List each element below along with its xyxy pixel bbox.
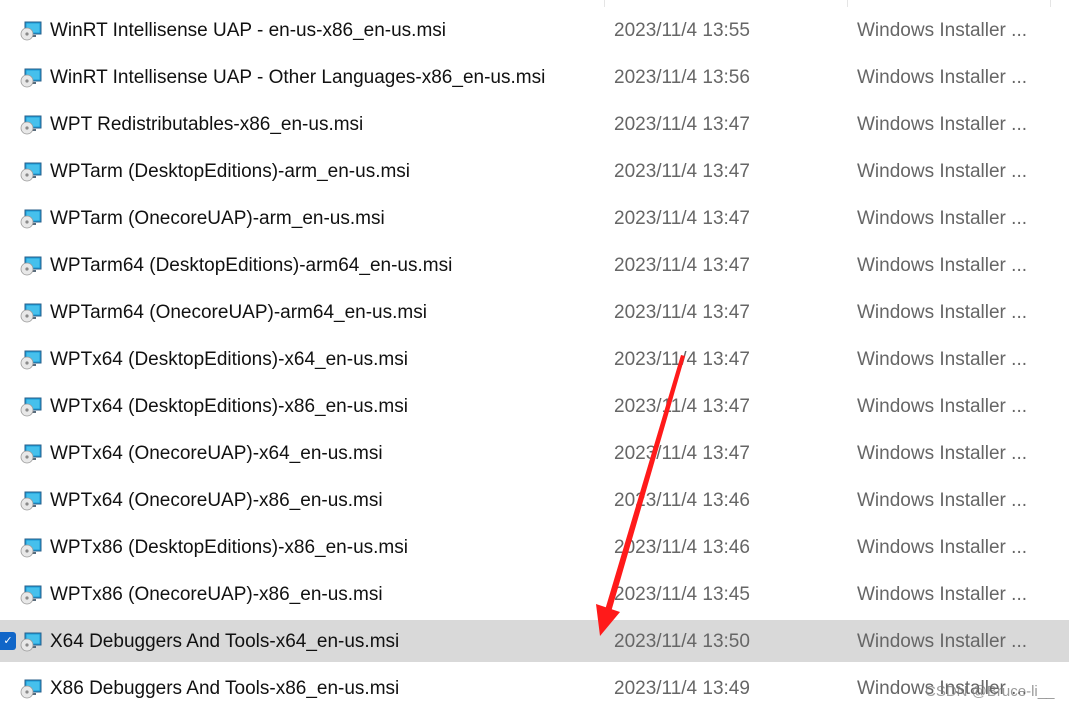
msi-installer-icon xyxy=(20,679,42,699)
date-modified: 2023/11/4 13:47 xyxy=(614,396,750,417)
date-modified: 2023/11/4 13:55 xyxy=(614,20,750,41)
file-type: Windows Installer ... xyxy=(857,490,1027,511)
file-name: WinRT Intellisense UAP - Other Languages… xyxy=(50,67,546,88)
date-modified: 2023/11/4 13:47 xyxy=(614,255,750,276)
checkbox-checked-icon[interactable]: ✓ xyxy=(0,632,16,650)
file-type: Windows Installer ... xyxy=(857,302,1027,323)
msi-installer-icon xyxy=(20,538,42,558)
file-row[interactable]: ✓ WPTx64 (DesktopEditions)-x86_en-us.msi… xyxy=(0,383,1069,430)
msi-installer-icon xyxy=(20,491,42,511)
date-modified: 2023/11/4 13:56 xyxy=(614,67,750,88)
msi-installer-icon xyxy=(20,444,42,464)
date-modified: 2023/11/4 13:45 xyxy=(614,584,750,605)
file-type: Windows Installer ... xyxy=(857,161,1027,182)
file-row[interactable]: ✓ WPT Redistributables-x86_en-us.msi 202… xyxy=(0,101,1069,148)
file-type: Windows Installer ... xyxy=(857,349,1027,370)
file-type: Windows Installer ... xyxy=(857,67,1027,88)
file-type: Windows Installer ... xyxy=(857,631,1027,652)
file-name: WPT Redistributables-x86_en-us.msi xyxy=(50,114,364,135)
file-row[interactable]: ✓ WPTx64 (OnecoreUAP)-x64_en-us.msi 2023… xyxy=(0,430,1069,477)
date-modified: 2023/11/4 13:47 xyxy=(614,208,750,229)
file-type: Windows Installer ... xyxy=(857,443,1027,464)
msi-installer-icon xyxy=(20,632,42,652)
msi-installer-icon xyxy=(20,21,42,41)
msi-installer-icon xyxy=(20,256,42,276)
msi-installer-icon xyxy=(20,585,42,605)
file-type: Windows Installer ... xyxy=(857,20,1027,41)
file-row[interactable]: ✓ WPTarm (OnecoreUAP)-arm_en-us.msi 2023… xyxy=(0,195,1069,242)
file-row[interactable]: ✓ X64 Debuggers And Tools-x64_en-us.msi … xyxy=(0,620,1069,662)
file-name: WinRT Intellisense UAP - en-us-x86_en-us… xyxy=(50,20,446,41)
msi-installer-icon xyxy=(20,115,42,135)
file-name: WPTx64 (DesktopEditions)-x64_en-us.msi xyxy=(50,349,408,370)
file-name: WPTx86 (DesktopEditions)-x86_en-us.msi xyxy=(50,537,408,558)
file-name: WPTarm64 (DesktopEditions)-arm64_en-us.m… xyxy=(50,255,453,276)
msi-installer-icon xyxy=(20,162,42,182)
file-row[interactable]: ✓ WPTarm64 (OnecoreUAP)-arm64_en-us.msi … xyxy=(0,289,1069,336)
watermark: CSDN @Bruce-li__ xyxy=(925,683,1055,700)
file-type: Windows Installer ... xyxy=(857,396,1027,417)
file-name: WPTx64 (DesktopEditions)-x86_en-us.msi xyxy=(50,396,408,417)
file-name: X64 Debuggers And Tools-x64_en-us.msi xyxy=(50,631,400,652)
file-type: Windows Installer ... xyxy=(857,584,1027,605)
file-name: WPTx64 (OnecoreUAP)-x64_en-us.msi xyxy=(50,443,383,464)
column-divider[interactable] xyxy=(1050,0,1051,7)
file-row[interactable]: ✓ X86 Debuggers And Tools-x86_en-us.msi … xyxy=(0,665,1069,712)
file-row[interactable]: ✓ WinRT Intellisense UAP - Other Languag… xyxy=(0,54,1069,101)
file-name: WPTarm64 (OnecoreUAP)-arm64_en-us.msi xyxy=(50,302,427,323)
date-modified: 2023/11/4 13:50 xyxy=(614,631,750,652)
file-name: WPTarm (DesktopEditions)-arm_en-us.msi xyxy=(50,161,411,182)
msi-installer-icon xyxy=(20,350,42,370)
date-modified: 2023/11/4 13:47 xyxy=(614,302,750,323)
file-name: WPTarm (OnecoreUAP)-arm_en-us.msi xyxy=(50,208,385,229)
date-modified: 2023/11/4 13:46 xyxy=(614,537,750,558)
file-row[interactable]: ✓ WinRT Intellisense UAP - en-us-x86_en-… xyxy=(0,7,1069,54)
msi-installer-icon xyxy=(20,397,42,417)
date-modified: 2023/11/4 13:47 xyxy=(614,161,750,182)
file-name: WPTx64 (OnecoreUAP)-x86_en-us.msi xyxy=(50,490,383,511)
file-name: WPTx86 (OnecoreUAP)-x86_en-us.msi xyxy=(50,584,383,605)
column-divider[interactable] xyxy=(604,0,605,7)
file-type: Windows Installer ... xyxy=(857,114,1027,135)
column-divider[interactable] xyxy=(847,0,848,7)
file-name: X86 Debuggers And Tools-x86_en-us.msi xyxy=(50,678,400,699)
file-row[interactable]: ✓ WPTx64 (DesktopEditions)-x64_en-us.msi… xyxy=(0,336,1069,383)
file-row[interactable]: ✓ WPTx86 (DesktopEditions)-x86_en-us.msi… xyxy=(0,524,1069,571)
date-modified: 2023/11/4 13:49 xyxy=(614,678,750,699)
msi-installer-icon xyxy=(20,303,42,323)
file-type: Windows Installer ... xyxy=(857,255,1027,276)
msi-installer-icon xyxy=(20,209,42,229)
date-modified: 2023/11/4 13:47 xyxy=(614,349,750,370)
msi-installer-icon xyxy=(20,68,42,88)
date-modified: 2023/11/4 13:47 xyxy=(614,443,750,464)
file-row[interactable]: ✓ WPTarm (DesktopEditions)-arm_en-us.msi… xyxy=(0,148,1069,195)
date-modified: 2023/11/4 13:46 xyxy=(614,490,750,511)
file-row[interactable]: ✓ WPTx86 (OnecoreUAP)-x86_en-us.msi 2023… xyxy=(0,571,1069,618)
date-modified: 2023/11/4 13:47 xyxy=(614,114,750,135)
file-type: Windows Installer ... xyxy=(857,537,1027,558)
file-type: Windows Installer ... xyxy=(857,208,1027,229)
file-row[interactable]: ✓ WPTx64 (OnecoreUAP)-x86_en-us.msi 2023… xyxy=(0,477,1069,524)
file-row[interactable]: ✓ WPTarm64 (DesktopEditions)-arm64_en-us… xyxy=(0,242,1069,289)
